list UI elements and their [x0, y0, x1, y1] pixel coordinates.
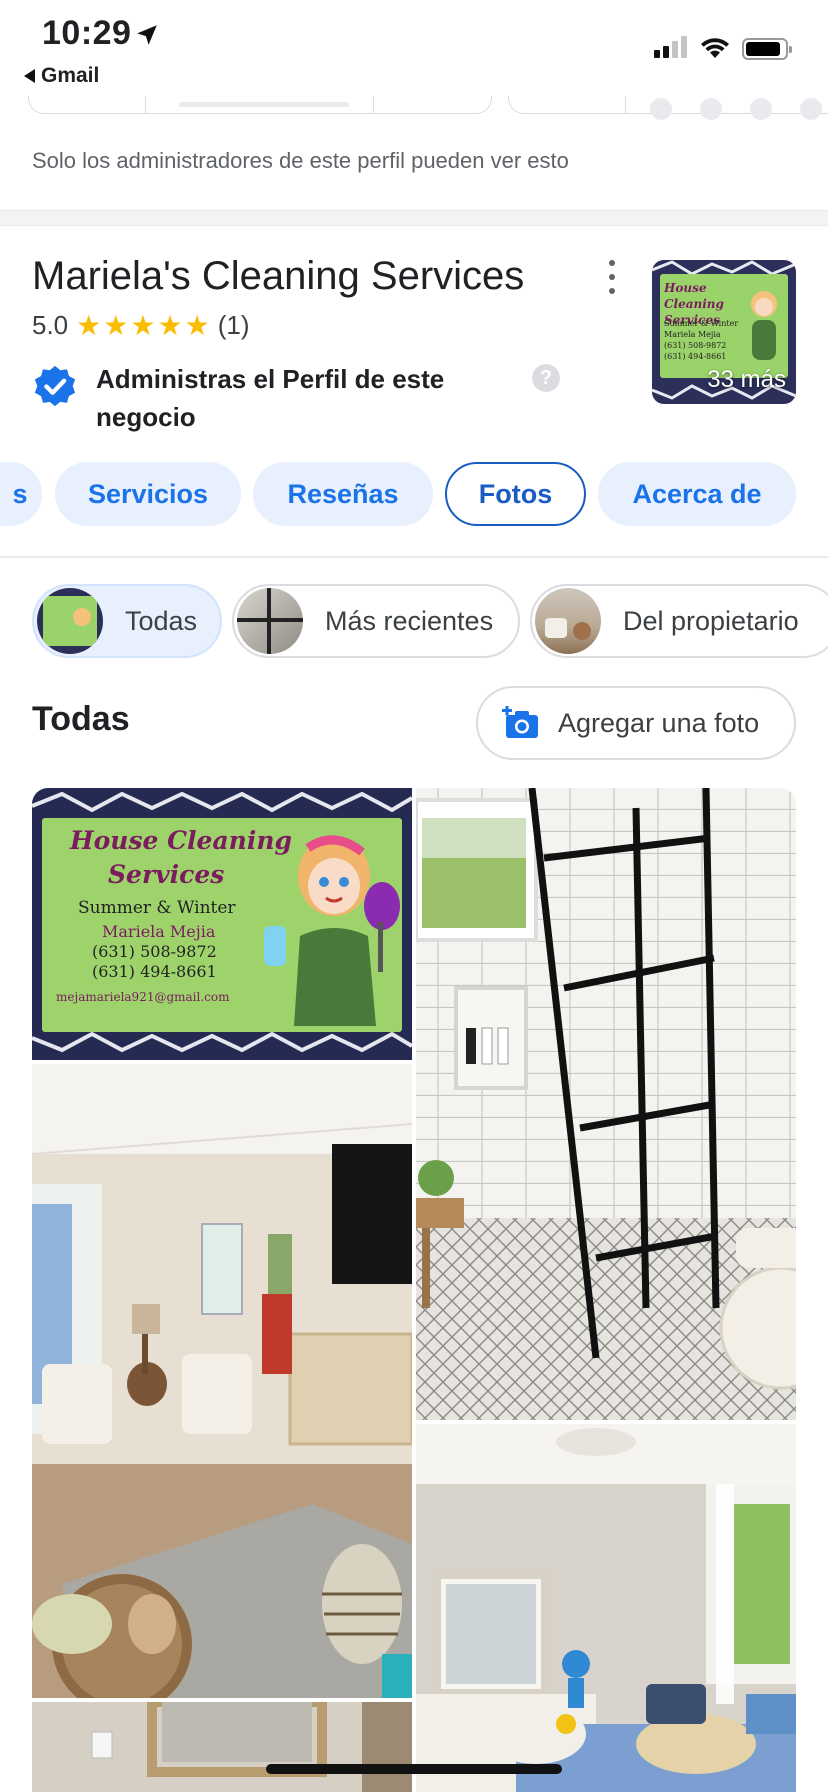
- tab-about[interactable]: Acerca de: [598, 462, 796, 526]
- admin-only-note: Solo los administradores de este perfil …: [32, 148, 569, 173]
- profile-tabs: s Servicios Reseñas Fotos Acerca de: [0, 462, 828, 526]
- status-bar: 10:29 Gmail: [0, 0, 828, 96]
- star-icon: ★: [184, 309, 210, 341]
- filter-chip-owner[interactable]: Del propietario: [530, 584, 828, 658]
- bedroom-scene: [416, 1424, 796, 1792]
- card-person: Mariela Mejia: [102, 922, 216, 941]
- card-title-line1: House Cleaning: [70, 826, 292, 855]
- filter-chip-all[interactable]: Todas: [32, 584, 222, 658]
- filter-chip-label: Más recientes: [325, 605, 494, 636]
- verified-owner-row: Administras el Perfil de este negocio: [32, 360, 476, 436]
- rating-value: 5.0: [32, 310, 69, 340]
- thumbnail-card-lines: Summer & Winter Mariela Mejia (631) 508-…: [664, 319, 739, 361]
- business-card: House Cleaning Services Summer & Winter …: [42, 818, 402, 1032]
- review-count: (1): [217, 310, 250, 340]
- tab-services[interactable]: Servicios: [55, 462, 241, 526]
- thumbnail-business-card: House Cleaning Services Summer & Winter …: [660, 274, 788, 378]
- card-phone2: (631) 494-8661: [92, 962, 217, 981]
- section-divider: [0, 210, 828, 226]
- back-app-label: Gmail: [41, 64, 100, 87]
- rating-stars: ★ ★ ★ ★ ★: [76, 309, 210, 341]
- card-phone1: (631) 508-9872: [92, 942, 217, 961]
- chip-thumbnail-shower: [237, 588, 303, 654]
- star-icon: ★: [130, 309, 156, 341]
- filter-chip-label: Del propietario: [623, 605, 799, 636]
- more-vertical-icon[interactable]: [604, 260, 620, 294]
- home-indicator: [266, 1764, 562, 1774]
- verified-owner-text: Administras el Perfil de este negocio: [96, 364, 445, 432]
- tab-reviews[interactable]: Reseñas: [253, 462, 433, 526]
- business-thumbnail[interactable]: House Cleaning Services Summer & Winter …: [652, 260, 796, 404]
- photo-bathroom-vanity[interactable]: [32, 1702, 412, 1792]
- verified-badge-icon: [34, 365, 76, 407]
- living-room-scene: [32, 1064, 412, 1698]
- thumbnail-cleaner-illustration: [751, 291, 777, 360]
- add-photo-label: Agregar una foto: [558, 707, 760, 738]
- tab-photos[interactable]: Fotos: [445, 462, 586, 526]
- photo-shower[interactable]: [416, 788, 796, 1420]
- add-photo-button[interactable]: Agregar una foto: [476, 686, 796, 760]
- back-arrow-icon: [24, 69, 35, 83]
- filter-chip-label: Todas: [125, 605, 198, 636]
- thumbnail-more-count: 33 más: [707, 366, 786, 393]
- chip-thumbnail-card: [37, 588, 103, 654]
- business-name: Mariela's Cleaning Services: [32, 254, 525, 298]
- back-to-gmail-link[interactable]: Gmail: [24, 64, 99, 88]
- vanity-scene: [32, 1702, 412, 1792]
- photo-living-room[interactable]: [32, 1064, 412, 1698]
- photo-business-card[interactable]: House Cleaning Services Summer & Winter …: [32, 788, 412, 1060]
- battery-icon: [742, 38, 792, 60]
- chip-thumbnail-room: [535, 588, 601, 654]
- add-photo-camera-icon: [502, 706, 538, 738]
- wifi-icon: [701, 38, 729, 58]
- filter-chip-latest[interactable]: Más recientes: [232, 584, 520, 658]
- location-arrow-icon: [137, 25, 157, 45]
- shower-scene: [416, 788, 796, 1420]
- partial-action-dots: [650, 98, 822, 120]
- section-title: Todas: [32, 700, 130, 738]
- help-icon[interactable]: ?: [532, 364, 560, 392]
- rating-row[interactable]: 5.0 ★ ★ ★ ★ ★ (1): [32, 310, 249, 341]
- tabs-divider: [0, 556, 828, 558]
- star-icon: ★: [103, 309, 129, 341]
- card-email: mejamariela921@gmail.com: [56, 990, 230, 1004]
- card-subtitle: Summer & Winter: [78, 898, 236, 918]
- status-time: 10:29: [42, 14, 132, 52]
- photo-bedroom[interactable]: [416, 1424, 796, 1792]
- tab-overview-partial[interactable]: s: [0, 462, 42, 526]
- card-title-line2: Services: [108, 860, 225, 889]
- cleaner-illustration: [264, 835, 400, 1026]
- star-icon: ★: [76, 309, 102, 341]
- cellular-signal-icon: [654, 36, 687, 58]
- star-icon: ★: [157, 309, 183, 341]
